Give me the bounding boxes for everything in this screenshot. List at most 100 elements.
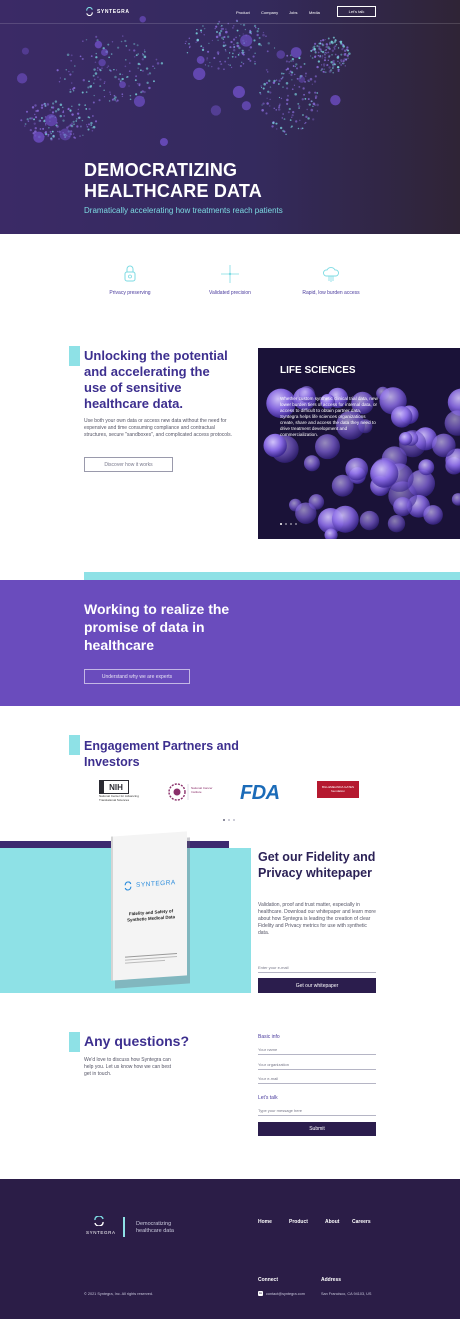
footer-nav-careers[interactable]: Careers (352, 1219, 371, 1225)
questions-title: Any questions? (84, 1033, 190, 1049)
map-bubble (240, 34, 253, 47)
carousel-dot[interactable] (285, 523, 287, 525)
email-field[interactable]: Your e-mail (258, 1076, 376, 1084)
map-dot (271, 125, 274, 128)
map-dot (335, 44, 338, 46)
map-dot (108, 56, 110, 59)
linkedin-icon[interactable]: in (258, 1291, 263, 1296)
map-dot (269, 98, 271, 100)
map-dot (185, 40, 187, 43)
map-dot (304, 72, 307, 75)
carousel-dot[interactable] (280, 523, 282, 525)
map-dot (44, 131, 47, 134)
map-dot (267, 42, 270, 45)
map-dot (303, 62, 306, 65)
map-dot (66, 53, 70, 57)
map-dot (240, 52, 243, 54)
map-dot (347, 57, 349, 59)
map-dot (249, 29, 252, 32)
message-field[interactable]: Type your message here (258, 1108, 376, 1116)
map-dot (33, 122, 36, 125)
footer-email[interactable]: contact@syntegra.com (266, 1292, 305, 1296)
nav-media[interactable]: Media (309, 10, 320, 15)
map-dot (211, 39, 214, 42)
map-dot (90, 55, 93, 57)
nav-company[interactable]: Company (261, 10, 278, 15)
map-dot (75, 118, 78, 120)
map-dot (206, 59, 208, 61)
map-dot (148, 72, 152, 75)
map-dot (201, 48, 205, 52)
map-dot (103, 89, 105, 91)
map-dot (296, 67, 299, 70)
map-dot (220, 63, 223, 66)
map-dot (305, 121, 307, 124)
map-dot (224, 45, 226, 47)
nih-mark: NIH (99, 780, 129, 794)
map-bubble (101, 48, 109, 56)
carousel-dot[interactable] (295, 523, 297, 525)
map-dot (320, 64, 323, 66)
carousel-dot[interactable] (290, 523, 292, 525)
carousel-dot[interactable] (223, 819, 225, 821)
map-dot (280, 72, 283, 75)
map-dot (311, 100, 313, 102)
map-bubble (193, 67, 206, 81)
map-dot (248, 49, 250, 51)
map-dot (71, 105, 73, 107)
map-dot (291, 71, 294, 74)
map-dot (195, 32, 198, 35)
life-sciences-card: LIFE SCIENCES Whether custom synthetic c… (258, 348, 460, 539)
lets-talk-button[interactable]: Let's talk (337, 6, 376, 17)
map-dot (321, 50, 325, 54)
brand-logo[interactable]: SYNTEGRA (85, 7, 130, 16)
syntegra-logo-icon[interactable] (92, 1216, 106, 1226)
map-dot (81, 91, 84, 94)
map-dot (23, 125, 26, 127)
footer-nav-product[interactable]: Product (289, 1219, 308, 1225)
carousel-dot[interactable] (228, 819, 230, 821)
map-dot (342, 47, 344, 50)
get-whitepaper-button[interactable]: Get our whitepaper (258, 978, 376, 993)
nav-product[interactable]: Product (236, 10, 250, 15)
experts-button[interactable]: Understand why we are experts (84, 669, 190, 684)
map-dot (322, 38, 325, 42)
map-dot (188, 43, 190, 45)
map-dot (92, 82, 95, 85)
map-dot (222, 41, 225, 44)
map-dot (319, 42, 321, 45)
whitepaper-email-field[interactable]: Enter your e-mail (258, 965, 376, 973)
cell-sphere (370, 459, 399, 488)
map-dot (282, 113, 285, 115)
nav-jobs[interactable]: Jobs (289, 10, 297, 15)
name-field[interactable]: Your name (258, 1047, 376, 1055)
map-dot (342, 45, 345, 48)
map-dot (51, 106, 55, 109)
map-dot (92, 74, 95, 77)
address-heading: Address (321, 1277, 342, 1283)
map-dot (88, 80, 90, 83)
carousel-dot[interactable] (233, 819, 235, 821)
map-dot (109, 69, 111, 72)
submit-button[interactable]: Submit (258, 1122, 376, 1136)
map-dot (248, 31, 251, 34)
discover-button[interactable]: Discover how it works (84, 457, 173, 472)
nci-logo: National Cancer Institute (166, 780, 218, 810)
map-dot (286, 98, 289, 102)
map-dot (273, 107, 275, 110)
map-dot (324, 51, 327, 54)
carousel-dots[interactable] (280, 523, 297, 525)
hero-title: DEMOCRATIZING HEALTHCARE DATA (84, 160, 262, 201)
footer-nav-about[interactable]: About (325, 1219, 339, 1225)
map-dot (137, 62, 140, 66)
map-dot (59, 103, 63, 107)
map-dot (323, 59, 326, 62)
organization-field[interactable]: Your organization (258, 1062, 376, 1070)
map-dot (285, 82, 289, 85)
map-dot (202, 25, 204, 27)
map-dot (294, 73, 296, 76)
map-dot (313, 80, 317, 83)
footer-nav-home[interactable]: Home (258, 1219, 272, 1225)
map-dot (327, 59, 330, 62)
partners-carousel-dots[interactable] (223, 819, 235, 821)
